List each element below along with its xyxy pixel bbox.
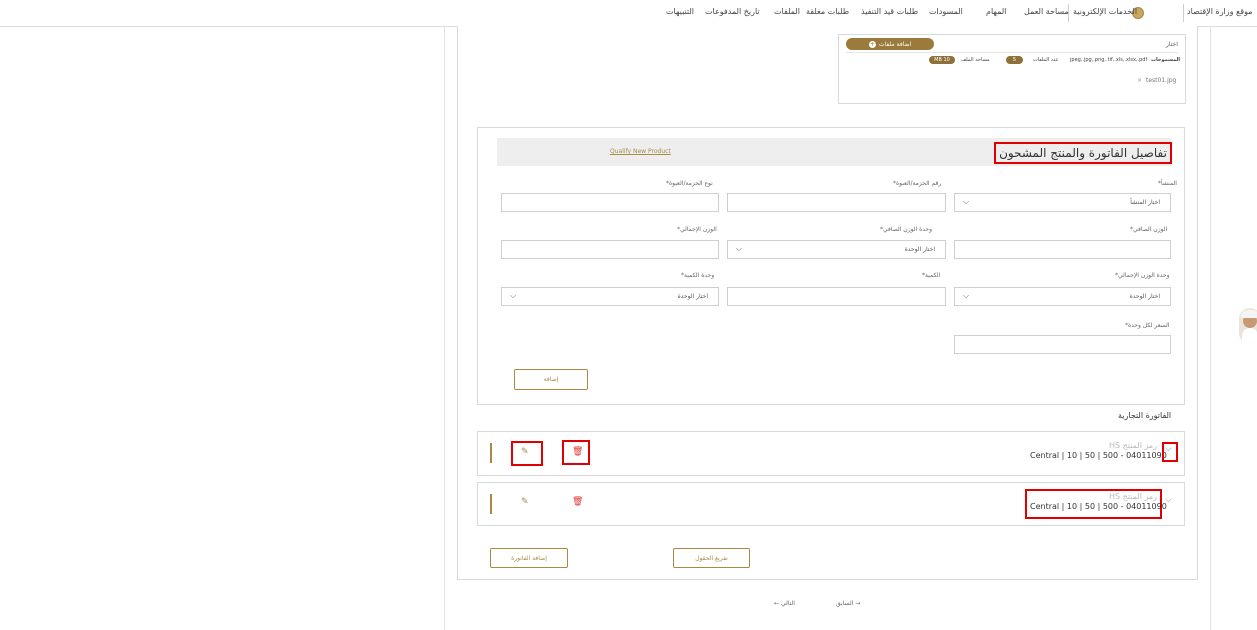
previous-button[interactable]: → السابق	[836, 600, 860, 607]
chevron-down-icon: ⌵	[963, 197, 970, 206]
gross-weight-input[interactable]	[501, 240, 719, 259]
avatar-body	[1242, 328, 1257, 344]
hs-code-label: رمز المنتج HS	[1109, 492, 1158, 501]
nav-payment-history[interactable]: تاريخ المدفوعات	[705, 7, 760, 16]
qualify-new-product-link[interactable]: Qualify New Product	[610, 148, 671, 155]
quantity-label: الكمية*	[922, 272, 941, 279]
attachments-label: المسموحات	[1151, 57, 1181, 63]
net-weight-input[interactable]	[954, 240, 1171, 259]
file-name: test01.jpg	[1146, 77, 1177, 84]
trash-icon[interactable]: 🗑	[572, 497, 583, 507]
hs-code-value: Central | 10 | 50 | 500 - 04011090	[1030, 451, 1167, 460]
file-count-label: عدد الملفات	[1033, 57, 1059, 63]
net-weight-unit-select[interactable]: اختار الوحدة ⌵	[727, 240, 946, 259]
arrow-left-icon: ←	[774, 600, 780, 607]
card-accent	[490, 443, 492, 463]
nav-closed-requests[interactable]: طلبات مغلقة	[806, 7, 849, 16]
nav-economy-site[interactable]: موقع وزارة الإقتصاد	[1187, 7, 1253, 16]
quantity-unit-select[interactable]: اختار الوحدة ⌵	[501, 287, 719, 306]
package-number-input[interactable]	[727, 193, 946, 212]
unit-price-input[interactable]	[954, 335, 1171, 354]
quantity-unit-label: وحدة الكمية*	[681, 272, 715, 279]
file-size-badge: 10 MB	[929, 56, 955, 64]
section-title: تفاصيل الفاتورة والمنتج المشحون	[994, 142, 1172, 164]
chevron-down-icon[interactable]: ⌵	[1165, 495, 1172, 505]
hs-code-label: رمز المنتج HS	[1109, 441, 1158, 450]
add-invoice-button[interactable]: إضافة الفاتورة	[490, 548, 568, 568]
top-navigation: موقع وزارة الإقتصاد الخدمات الإلكترونية …	[0, 0, 1257, 27]
package-type-input[interactable]	[501, 193, 719, 212]
chevron-down-icon: ⌵	[963, 291, 970, 300]
unit-price-label: السعر لكل وحدة*	[1125, 322, 1170, 329]
edit-icon[interactable]: ✎	[521, 447, 529, 457]
nav-divider	[1183, 4, 1184, 22]
previous-label: السابق	[836, 600, 854, 607]
add-files-label: اضافة ملفات	[878, 40, 912, 48]
clear-fields-button[interactable]: تفريغ الحقول	[673, 548, 750, 568]
invoice-details-section	[477, 127, 1185, 405]
avatar-headwear	[1241, 310, 1257, 318]
next-label: التالي	[780, 600, 795, 607]
file-size-label: مساحة الملف	[961, 57, 990, 63]
origin-label: المنشأ*	[1158, 180, 1177, 187]
arrow-right-icon: →	[855, 600, 861, 607]
nav-in-progress[interactable]: طلبات قيد التنفيذ	[861, 7, 918, 16]
assistant-avatar[interactable]	[1239, 308, 1257, 344]
plus-circle-icon: +	[868, 40, 876, 48]
nav-tasks[interactable]: المهام	[986, 7, 1006, 16]
add-item-button[interactable]: إضافة	[514, 369, 588, 390]
close-icon[interactable]: ×	[1137, 77, 1142, 84]
hs-code-value: Central | 10 | 50 | 500 - 04011090	[1030, 502, 1167, 511]
trash-icon[interactable]: 🗑	[572, 447, 583, 457]
allowed-types: jpeg,.jpg,.png,.tif,.xls,.xlsx,.pdf	[1070, 57, 1148, 63]
net-weight-unit-label: وحدة الوزن الصافي*	[880, 226, 933, 233]
package-number-label: رقم الحزمة/العبوة*	[893, 180, 942, 187]
net-weight-unit-value: اختار الوحدة	[904, 246, 935, 253]
nav-notifications[interactable]: التنبيهات	[666, 7, 694, 16]
gross-weight-label: الوزن الإجمالي*	[677, 226, 717, 233]
origin-select-value: اختار المنشأ	[1130, 199, 1160, 206]
choose-label: اختار	[1166, 41, 1178, 48]
origin-select[interactable]: اختار المنشأ ⌵	[954, 193, 1171, 212]
chevron-down-icon: ⌵	[736, 244, 743, 253]
card-accent	[490, 494, 492, 514]
gross-weight-unit-label: وحدة الوزن الإجمالي*	[1115, 272, 1170, 279]
chevron-down-icon: ⌵	[510, 291, 517, 300]
add-files-button[interactable]: اضافة ملفات +	[846, 38, 934, 50]
nav-eservices[interactable]: الخدمات الإلكترونية	[1073, 7, 1137, 16]
page-border-left	[444, 26, 445, 630]
quantity-unit-value: اختار الوحدة	[677, 293, 708, 300]
quantity-input[interactable]	[727, 287, 946, 306]
commercial-invoice-heading: الفاتورة التجارية	[1118, 411, 1172, 420]
next-button[interactable]: التالي ←	[774, 600, 795, 607]
file-count-badge: 5	[1006, 56, 1023, 64]
edit-icon[interactable]: ✎	[521, 497, 529, 507]
nav-workspace[interactable]: مساحة العمل	[1024, 7, 1069, 16]
gross-weight-unit-select[interactable]: اختار الوحدة ⌵	[954, 287, 1171, 306]
divider	[846, 52, 1178, 53]
nav-drafts[interactable]: المسودات	[929, 7, 963, 16]
nav-files[interactable]: الملفات	[774, 7, 800, 16]
net-weight-label: الوزن الصافي*	[1130, 226, 1168, 233]
chevron-down-icon[interactable]: ⌵	[1165, 444, 1172, 454]
package-type-label: نوع الحزمة/العبوة*	[666, 180, 713, 187]
page-border-right	[1210, 26, 1211, 630]
gross-weight-unit-value: اختار الوحدة	[1129, 293, 1160, 300]
